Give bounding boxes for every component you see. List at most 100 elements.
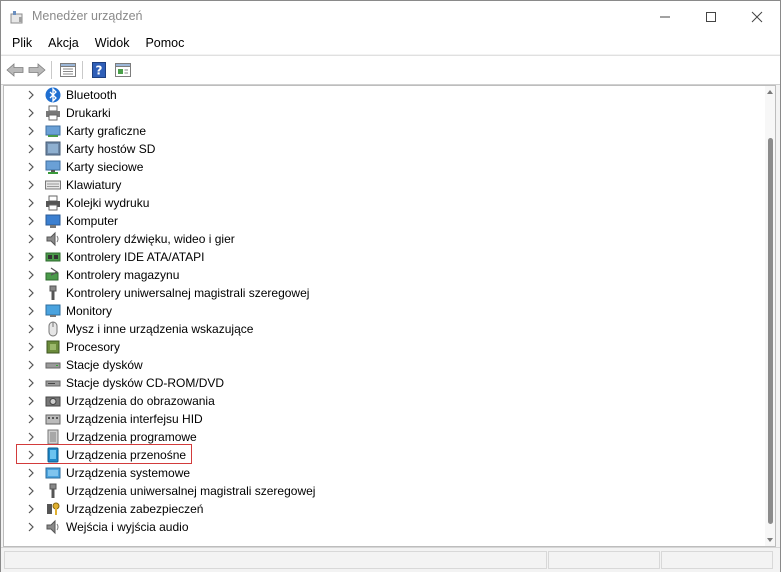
update-driver-icon	[115, 63, 131, 77]
vertical-scrollbar[interactable]	[765, 86, 775, 546]
chevron-right-icon[interactable]	[26, 360, 36, 370]
chevron-right-icon[interactable]	[26, 288, 36, 298]
back-arrow-icon	[6, 63, 24, 77]
svg-text:?: ?	[96, 64, 103, 78]
audio-io-icon	[46, 519, 59, 535]
tree-item-monitor[interactable]: Monitory	[4, 302, 744, 320]
tree-item-storage-controller[interactable]: Kontrolery magazynu	[4, 266, 744, 284]
hid-icon	[45, 414, 61, 425]
printer-icon	[46, 105, 60, 121]
chevron-right-icon[interactable]	[26, 144, 36, 154]
device-manager-app-icon	[10, 11, 23, 24]
tree-item-sd-host[interactable]: Karty hostów SD	[4, 140, 744, 158]
tree-item-label: Karty sieciowe	[66, 160, 144, 174]
chevron-right-icon[interactable]	[26, 504, 36, 514]
tree-item-label: Wejścia i wyjścia audio	[66, 520, 189, 534]
usb-device-icon	[49, 483, 57, 498]
properties-button[interactable]	[58, 60, 78, 80]
security-device-icon	[47, 502, 60, 515]
window-title: Menedżer urządzeń	[32, 9, 143, 23]
tree-item-keyboard[interactable]: Klawiatury	[4, 176, 744, 194]
tree-item-label: Komputer	[66, 214, 119, 228]
software-device-icon	[47, 429, 59, 445]
toolbar-separator	[82, 61, 83, 79]
update-driver-button[interactable]	[113, 60, 133, 80]
tree-item-imaging-device[interactable]: Urządzenia do obrazowania	[4, 392, 744, 410]
chevron-right-icon[interactable]	[26, 252, 36, 262]
monitor-icon	[45, 304, 61, 317]
tree-item-audio-io[interactable]: Wejścia i wyjścia audio	[4, 518, 744, 536]
chevron-right-icon[interactable]	[26, 126, 36, 136]
tree-item-label: Urządzenia programowe	[66, 430, 197, 444]
tree-item-label: Mysz i inne urządzenia wskazujące	[66, 322, 254, 336]
help-button[interactable]: ?	[89, 60, 109, 80]
scroll-up-arrow-icon[interactable]	[766, 88, 774, 96]
speaker-icon	[46, 231, 59, 247]
scroll-thumb[interactable]	[768, 138, 773, 524]
toolbar: ?	[1, 55, 780, 85]
tree-item-ide-controller[interactable]: Kontrolery IDE ATA/ATAPI	[4, 248, 744, 266]
disk-drive-icon	[45, 362, 61, 369]
network-adapter-icon	[45, 160, 61, 174]
tree-item-label: Karty hostów SD	[66, 142, 156, 156]
imaging-device-icon	[45, 396, 61, 407]
chevron-right-icon[interactable]	[26, 270, 36, 280]
menu-view[interactable]: Widok	[89, 32, 136, 54]
close-button[interactable]	[734, 1, 780, 32]
forward-arrow-icon	[28, 63, 46, 77]
chevron-right-icon[interactable]	[26, 432, 36, 442]
tree-item-label: Urządzenia interfejsu HID	[66, 412, 203, 426]
tree-item-processor[interactable]: Procesory	[4, 338, 744, 356]
chevron-right-icon[interactable]	[26, 486, 36, 496]
menu-help[interactable]: Pomoc	[139, 32, 190, 54]
tree-item-usb-device[interactable]: Urządzenia uniwersalnej magistrali szere…	[4, 482, 744, 500]
chevron-right-icon[interactable]	[26, 162, 36, 172]
toolbar-separator	[51, 61, 52, 79]
chevron-right-icon[interactable]	[26, 324, 36, 334]
tree-item-mouse[interactable]: Mysz i inne urządzenia wskazujące	[4, 320, 744, 338]
menu-bar: Plik Akcja Widok Pomoc	[1, 32, 780, 54]
tree-item-disk-drive[interactable]: Stacje dysków	[4, 356, 744, 374]
usb-icon	[49, 285, 57, 300]
tree-item-printer[interactable]: Drukarki	[4, 104, 744, 122]
tree-item-label: Monitory	[66, 304, 113, 318]
menu-file[interactable]: Plik	[6, 32, 38, 54]
tree-item-display-adapter[interactable]: Karty graficzne	[4, 122, 744, 140]
chevron-right-icon[interactable]	[26, 378, 36, 388]
back-button[interactable]	[5, 60, 25, 80]
properties-icon	[60, 63, 76, 77]
chevron-right-icon[interactable]	[26, 396, 36, 406]
tree-item-security-device[interactable]: Urządzenia zabezpieczeń	[4, 500, 744, 518]
tree-item-network-adapter[interactable]: Karty sieciowe	[4, 158, 744, 176]
menu-action[interactable]: Akcja	[42, 32, 85, 54]
chevron-right-icon[interactable]	[26, 414, 36, 424]
tree-item-cdrom-drive[interactable]: Stacje dysków CD-ROM/DVD	[4, 374, 744, 392]
status-bar	[1, 547, 780, 572]
chevron-right-icon[interactable]	[26, 216, 36, 226]
chevron-right-icon[interactable]	[26, 234, 36, 244]
tree-item-system-device[interactable]: Urządzenia systemowe	[4, 464, 744, 482]
display-adapter-icon	[45, 125, 61, 137]
tree-item-speaker[interactable]: Kontrolery dźwięku, wideo i gier	[4, 230, 744, 248]
chevron-right-icon[interactable]	[26, 342, 36, 352]
chevron-right-icon[interactable]	[26, 198, 36, 208]
tree-item-hid[interactable]: Urządzenia interfejsu HID	[4, 410, 744, 428]
tree-item-label: Drukarki	[66, 106, 111, 120]
tree-item-usb[interactable]: Kontrolery uniwersalnej magistrali szere…	[4, 284, 744, 302]
tree-item-computer[interactable]: Komputer	[4, 212, 744, 230]
tree-item-bluetooth[interactable]: Bluetooth	[4, 86, 744, 104]
print-queue-icon	[46, 195, 60, 211]
cdrom-drive-icon	[45, 380, 61, 387]
maximize-button[interactable]	[688, 1, 734, 32]
tree-item-print-queue[interactable]: Kolejki wydruku	[4, 194, 744, 212]
forward-button[interactable]	[27, 60, 47, 80]
chevron-right-icon[interactable]	[26, 108, 36, 118]
minimize-button[interactable]	[642, 1, 688, 32]
minimize-icon	[660, 16, 670, 17]
chevron-right-icon[interactable]	[26, 306, 36, 316]
scroll-down-arrow-icon[interactable]	[766, 536, 774, 544]
chevron-right-icon[interactable]	[26, 90, 36, 100]
chevron-right-icon[interactable]	[26, 180, 36, 190]
chevron-right-icon[interactable]	[26, 468, 36, 478]
chevron-right-icon[interactable]	[26, 522, 36, 532]
